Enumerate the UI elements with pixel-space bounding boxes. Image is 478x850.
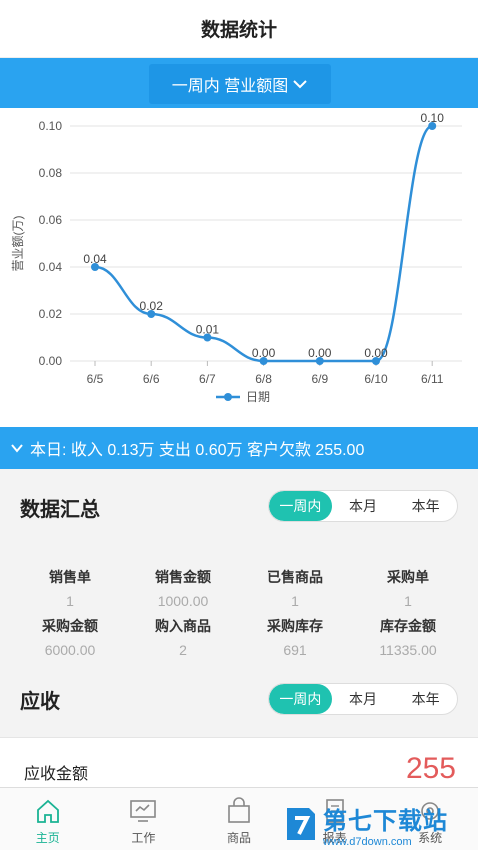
x-tick-label: 6/9 — [311, 372, 328, 386]
stat-value: 2 — [179, 642, 187, 658]
x-tick-label: 6/6 — [143, 372, 160, 386]
stat-value: 1 — [66, 593, 74, 609]
segment-year[interactable]: 本年 — [394, 684, 457, 714]
receivable-row[interactable]: 应收金额 255 — [0, 737, 478, 787]
x-tick-label: 6/8 — [255, 372, 272, 386]
y-tick-label: 0.02 — [39, 307, 63, 321]
receivable-label: 应收金额 — [24, 766, 89, 783]
period-selector-button[interactable]: 一周内 营业额图 — [149, 64, 331, 104]
watermark: 第七下载站 www.d7down.com — [283, 800, 473, 848]
watermark-name: 第七下载站 — [323, 807, 448, 835]
day-summary-bar[interactable]: 本日: 收入 0.13万 支出 0.60万 客户欠款 255.00 — [0, 427, 478, 469]
tab-label: 工作 — [131, 831, 156, 845]
tab-label: 商品 — [226, 831, 251, 845]
data-label: 0.00 — [364, 346, 388, 360]
stat-label: 采购金额 — [42, 618, 98, 634]
data-label: 0.00 — [308, 346, 332, 360]
stat-value: 11335.00 — [379, 642, 437, 658]
stat-label: 库存金额 — [380, 618, 436, 634]
revenue-line-chart: 0.00 0.02 0.04 0.06 0.08 0.10 营业额(万) 6/5 6/6 6/7 6… — [11, 111, 462, 404]
data-label: 0.04 — [83, 252, 107, 266]
stat-sales-amount: 销售金额 1000.00 — [128, 567, 238, 609]
watermark-logo-icon — [287, 808, 315, 840]
stat-label: 销售单 — [49, 569, 91, 585]
monitor-icon — [130, 800, 157, 822]
y-tick-label: 0.10 — [39, 119, 63, 133]
chevron-down-icon — [11, 444, 23, 453]
x-tick-label: 6/10 — [364, 372, 388, 386]
legend-label: 日期 — [246, 390, 270, 404]
stat-sales-orders: 销售单 1 — [15, 567, 125, 609]
segment-week[interactable]: 一周内 — [269, 491, 332, 521]
tab-goods[interactable]: 商品 — [191, 788, 287, 850]
stat-value: 1000.00 — [157, 593, 209, 609]
stat-items-sold: 已售商品 1 — [240, 567, 350, 609]
stat-purchase-orders: 采购单 1 — [353, 567, 463, 609]
stat-purchase-amount: 采购金额 6000.00 — [15, 616, 125, 658]
x-tick-label: 6/5 — [87, 372, 104, 386]
y-axis-label: 营业额(万) — [11, 216, 25, 272]
segment-month[interactable]: 本月 — [332, 684, 395, 714]
stat-label: 采购库存 — [267, 618, 323, 634]
x-tick-label: 6/11 — [421, 372, 444, 386]
stat-value: 691 — [283, 642, 307, 658]
segment-month[interactable]: 本月 — [332, 491, 395, 521]
data-label: 0.02 — [140, 299, 164, 313]
y-tick-label: 0.08 — [39, 166, 63, 180]
home-icon — [36, 799, 59, 823]
tab-work[interactable]: 工作 — [96, 788, 192, 850]
watermark-url: www.d7down.com — [323, 835, 412, 848]
stat-label: 销售金额 — [155, 569, 211, 585]
x-tick-label: 6/7 — [199, 372, 216, 386]
stat-value: 1 — [291, 593, 299, 609]
period-bar: 一周内 营业额图 — [0, 58, 478, 108]
stat-label: 购入商品 — [155, 618, 211, 634]
y-tick-label: 0.06 — [39, 213, 63, 227]
y-tick-label: 0.00 — [39, 354, 63, 368]
revenue-chart: 0.00 0.02 0.04 0.06 0.08 0.10 营业额(万) 6/5 6/6 6/7 6… — [0, 108, 478, 426]
stat-value: 1 — [404, 593, 412, 609]
receivable-amount: 255 — [405, 752, 456, 785]
chevron-down-icon — [293, 80, 307, 89]
segment-week[interactable]: 一周内 — [269, 684, 332, 714]
series-line — [94, 124, 433, 363]
stat-label: 已售商品 — [267, 569, 323, 585]
tab-label: 主页 — [35, 831, 60, 845]
stat-purchase-stock: 采购库存 691 — [240, 616, 350, 658]
stat-label: 采购单 — [387, 569, 429, 585]
receivable-period-segment: 一周内 本月 本年 — [268, 683, 458, 715]
bag-icon — [228, 797, 250, 823]
stat-stock-value: 库存金额 11335.00 — [353, 616, 463, 658]
legend-marker — [224, 393, 232, 401]
data-label: 0.00 — [252, 346, 276, 360]
summary-title: 数据汇总 — [20, 499, 100, 521]
period-selector-label: 一周内 营业额图 — [171, 78, 289, 95]
day-summary-text: 本日: 收入 0.13万 支出 0.60万 客户欠款 255.00 — [30, 442, 365, 459]
stat-items-purchased: 购入商品 2 — [128, 616, 238, 658]
summary-section: 数据汇总 一周内 本月 本年 销售单 1 销售金额 1000.00 已售商品 1… — [0, 469, 478, 737]
stat-value: 6000.00 — [44, 642, 96, 658]
receivable-title: 应收 — [20, 691, 60, 713]
app-header: 数据统计 — [0, 0, 478, 58]
y-tick-label: 0.04 — [39, 260, 63, 274]
data-label: 0.01 — [196, 323, 220, 337]
page-title: 数据统计 — [200, 20, 277, 41]
data-label: 0.10 — [421, 111, 445, 125]
tab-home[interactable]: 主页 — [0, 788, 96, 850]
segment-year[interactable]: 本年 — [394, 491, 457, 521]
summary-period-segment: 一周内 本月 本年 — [268, 490, 458, 522]
